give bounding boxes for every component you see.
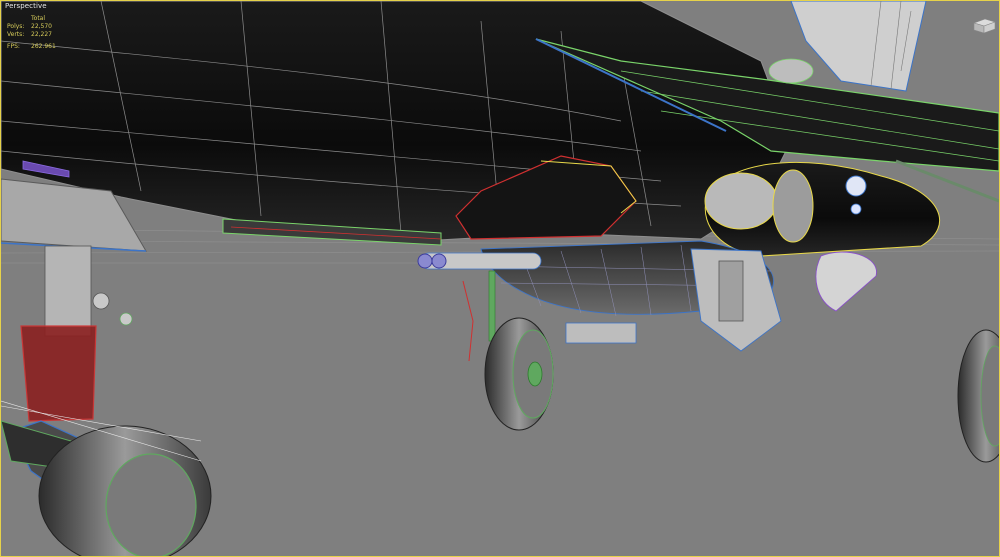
- small-sphere-icon: [850, 203, 862, 215]
- gear-strut[interactable]: [718, 260, 744, 322]
- perspective-viewport[interactable]: Perspective Total Polys: 22,570 Verts: 22,…: [0, 0, 1000, 557]
- engine-intake[interactable]: [704, 172, 778, 230]
- left-main-gear[interactable]: [1, 245, 212, 556]
- fuel-pod[interactable]: [815, 251, 877, 312]
- engine-intake-inner: [772, 169, 814, 243]
- gun-barrels[interactable]: [417, 252, 542, 270]
- tail-fin-mesh[interactable]: [790, 1, 927, 92]
- stats-polys-value: 22,570: [31, 23, 52, 30]
- stats-verts-value: 22,227: [31, 31, 52, 38]
- stats-total-header: Total: [31, 15, 46, 22]
- antenna-pod[interactable]: [768, 58, 814, 84]
- viewport-label[interactable]: Perspective: [5, 2, 47, 11]
- stats-fps-value: 262.961: [31, 43, 56, 50]
- stats-verts-label: Verts:: [7, 31, 25, 38]
- viewcube-icon[interactable]: [971, 17, 997, 35]
- stats-overlay: Total Polys: 22,570 Verts: 22,227 FPS: 262.…: [7, 15, 59, 51]
- scene-render[interactable]: [1, 1, 999, 556]
- stats-fps-label: FPS:: [7, 43, 20, 50]
- right-wheel[interactable]: [957, 329, 999, 463]
- stats-polys-label: Polys:: [7, 23, 25, 30]
- hub-icon[interactable]: [845, 175, 867, 197]
- small-fin[interactable]: [565, 322, 637, 344]
